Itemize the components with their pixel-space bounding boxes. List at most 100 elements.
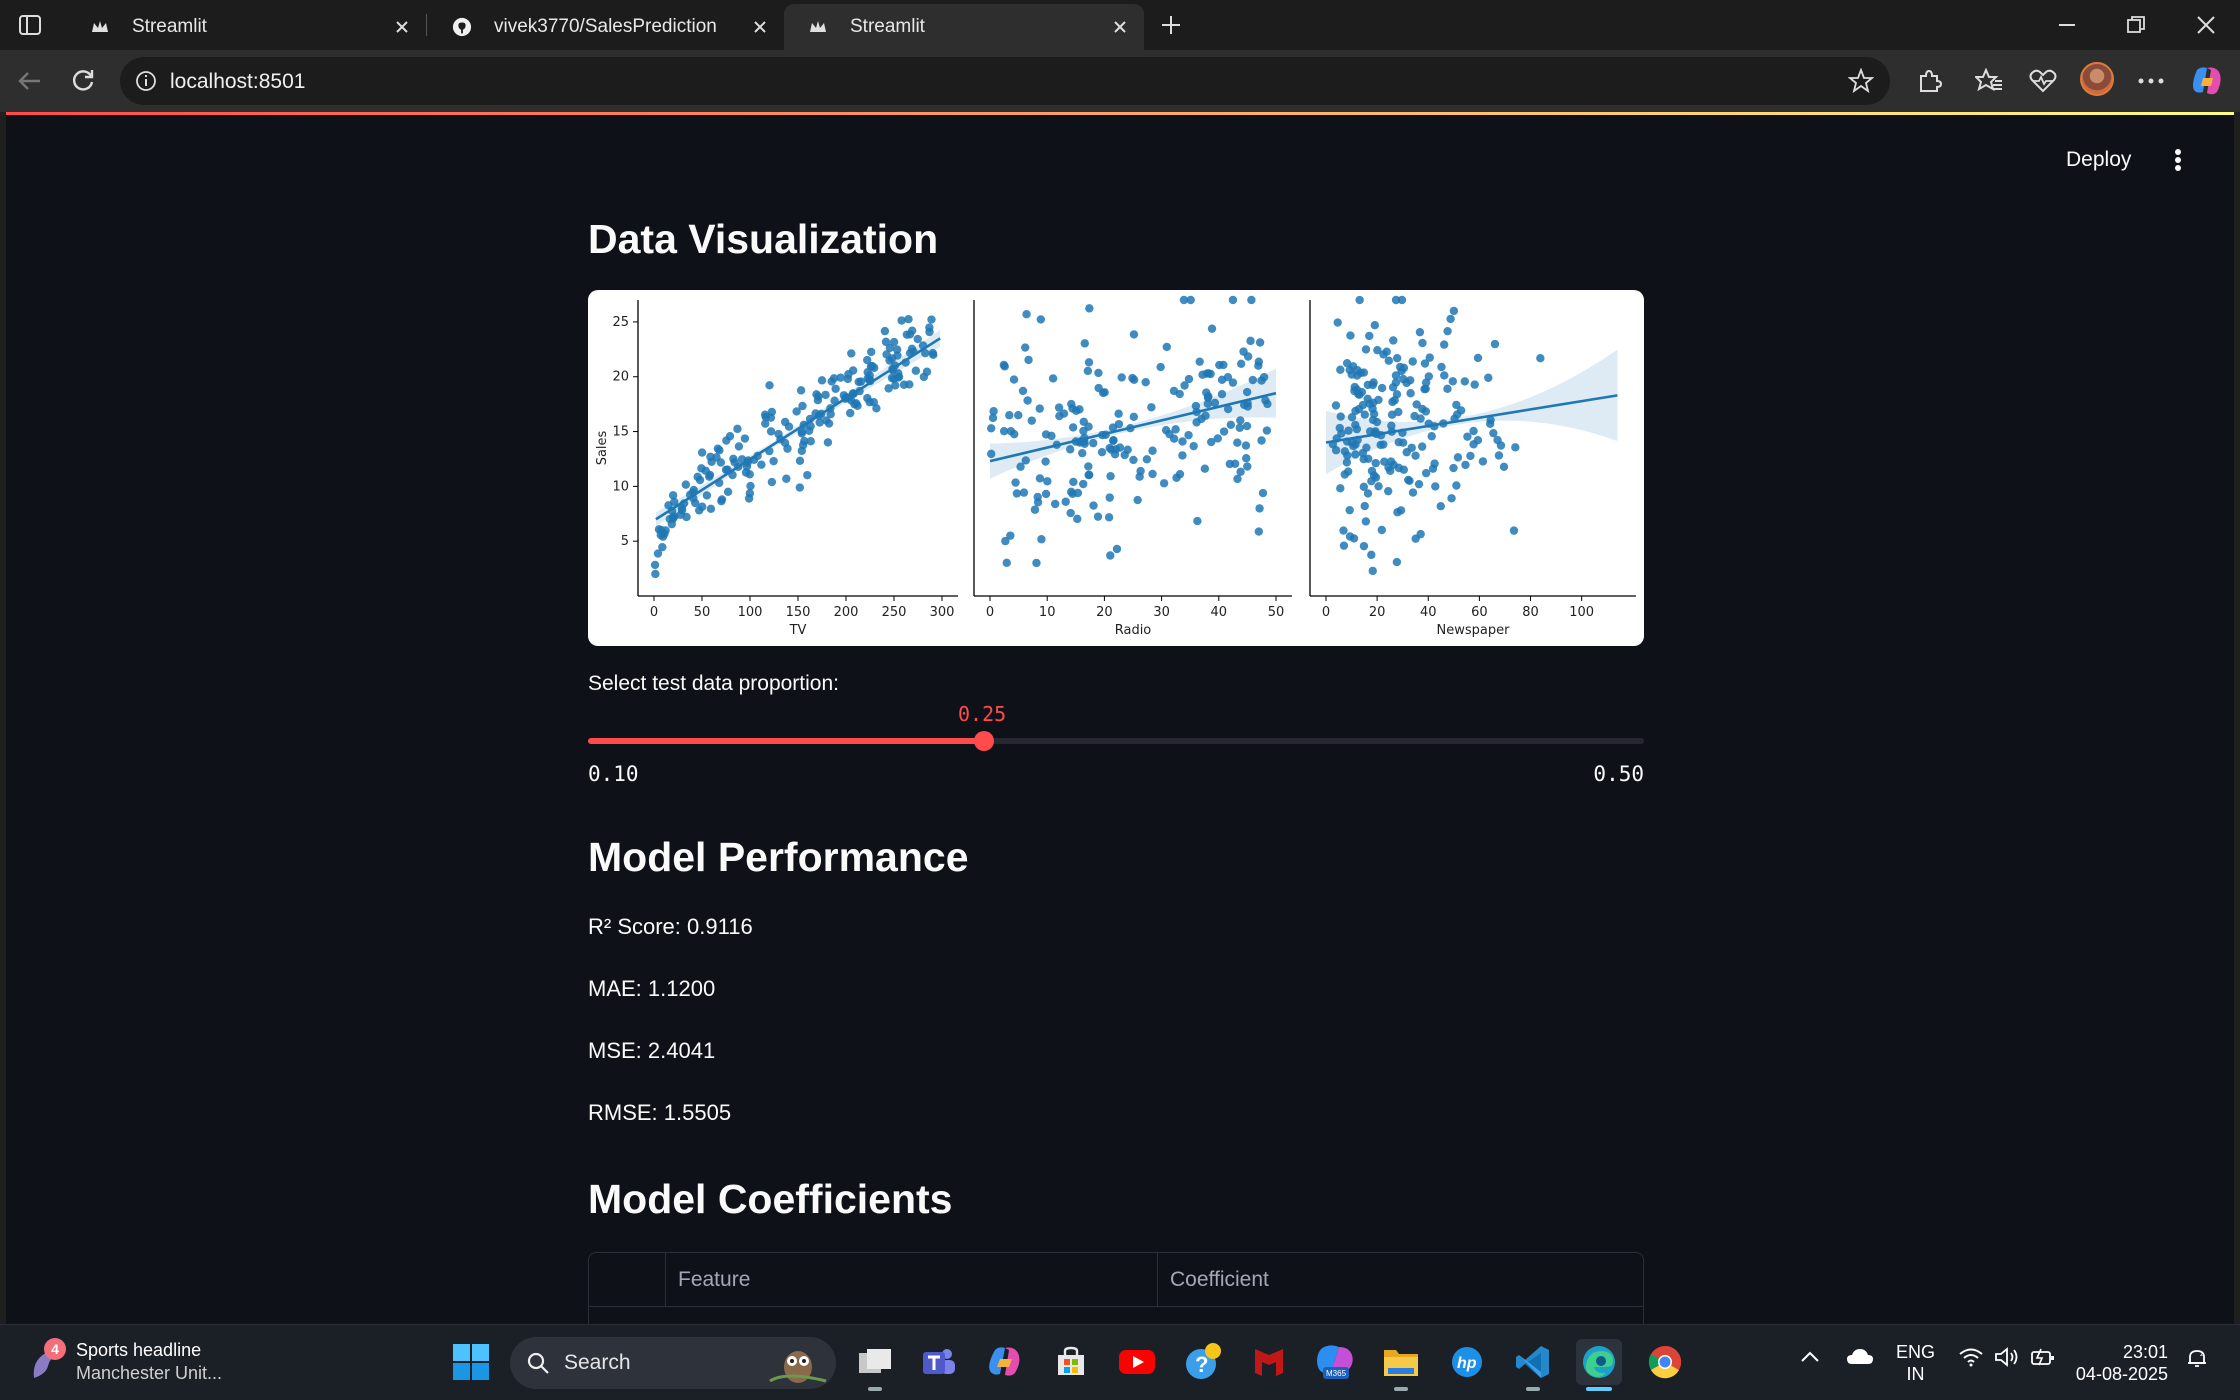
table-header-feature[interactable]: Feature	[665, 1253, 1157, 1307]
notifications-icon[interactable]: z	[2186, 1347, 2208, 1374]
onedrive-icon[interactable]	[1846, 1347, 1874, 1370]
close-tab-icon[interactable]	[750, 17, 770, 37]
table-index-header[interactable]	[589, 1253, 665, 1307]
address-bar[interactable]: localhost:8501	[120, 57, 1890, 105]
scatter-point	[1200, 464, 1210, 473]
scatter-point	[1066, 487, 1076, 496]
taskbar-search[interactable]: Search	[510, 1337, 836, 1389]
teams-icon[interactable]	[916, 1339, 962, 1385]
system-clock[interactable]: 23:01 04-08-2025	[2060, 1341, 2168, 1385]
youtube-icon[interactable]	[1114, 1339, 1160, 1385]
scatter-point	[1371, 458, 1380, 468]
scatter-point	[823, 438, 833, 447]
task-view-icon[interactable]	[852, 1339, 898, 1391]
table-header-row: Feature Coefficient	[589, 1253, 1643, 1307]
profile-avatar[interactable]	[2080, 62, 2114, 96]
back-icon[interactable]	[12, 64, 46, 98]
close-tab-icon[interactable]	[392, 17, 412, 37]
scatter-point	[1449, 463, 1458, 473]
microsoft-365-icon[interactable]: M365	[1312, 1339, 1358, 1385]
scatter-point	[1389, 336, 1398, 345]
scatter-point	[1189, 441, 1198, 451]
scatter-point	[1247, 295, 1256, 305]
scatter-point	[1416, 529, 1425, 539]
more-menu-icon[interactable]	[2134, 64, 2168, 98]
scatter-point	[1410, 411, 1419, 421]
close-window-icon[interactable]	[2176, 6, 2236, 44]
main-menu-icon[interactable]	[2166, 146, 2190, 174]
table-header-coefficient[interactable]: Coefficient	[1157, 1253, 1643, 1307]
start-button[interactable]	[448, 1339, 494, 1385]
scatter-point	[1415, 327, 1425, 337]
scatter-point	[1156, 362, 1165, 372]
scatter-point	[1033, 492, 1042, 502]
scatter-point	[733, 424, 742, 434]
edge-icon[interactable]	[1576, 1339, 1622, 1391]
extensions-icon[interactable]	[1912, 64, 1946, 98]
copilot-app-icon[interactable]	[982, 1339, 1028, 1385]
restore-icon[interactable]	[2106, 6, 2166, 44]
news-widget[interactable]: 4 Sports headline Manchester Unit...	[26, 1338, 223, 1385]
clock-date: 04-08-2025	[2075, 1364, 2168, 1384]
copilot-icon[interactable]	[2190, 64, 2224, 98]
new-tab-button[interactable]	[1154, 8, 1188, 42]
scatter-point	[986, 449, 996, 459]
vscode-icon[interactable]	[1510, 1339, 1556, 1391]
battery-icon[interactable]	[2030, 1347, 2056, 1372]
close-tab-icon[interactable]	[1110, 17, 1130, 37]
scatter-point	[1473, 353, 1483, 363]
input-language-indicator[interactable]: ENG IN	[1896, 1341, 1935, 1385]
test-proportion-slider[interactable]	[588, 731, 1644, 751]
favorites-icon[interactable]	[1972, 64, 2006, 98]
scatter-point	[1258, 488, 1268, 498]
scatter-point	[693, 472, 702, 482]
volume-icon[interactable]	[1994, 1347, 2020, 1372]
notification-badge: 4	[44, 1338, 66, 1360]
x-tick-label: 200	[834, 605, 859, 620]
scatter-point	[1509, 526, 1519, 535]
browser-tab-streamlit-1[interactable]: Streamlit	[66, 4, 426, 50]
x-tick-label: 100	[738, 605, 763, 620]
show-hidden-icons-icon[interactable]	[1800, 1347, 1820, 1368]
scatter-point	[1456, 406, 1466, 415]
slider-thumb[interactable]	[974, 731, 994, 751]
scatter-point	[1236, 467, 1245, 477]
microsoft-store-icon[interactable]	[1048, 1339, 1094, 1385]
scatter-point	[1353, 365, 1362, 375]
scatter-point	[1406, 389, 1415, 398]
scatter-point	[1030, 505, 1040, 514]
site-info-icon[interactable]	[134, 69, 158, 93]
scatter-point	[1262, 426, 1272, 435]
y-tick-label: 10	[612, 479, 629, 494]
hp-icon[interactable]: hp	[1444, 1339, 1490, 1385]
scatter-point	[1162, 342, 1171, 352]
mcafee-icon[interactable]	[1246, 1339, 1292, 1385]
scatter-point	[847, 349, 856, 358]
scatter-point	[1368, 566, 1377, 576]
browser-tab-streamlit-active[interactable]: Streamlit	[784, 4, 1144, 50]
scatter-point	[887, 354, 897, 363]
file-explorer-icon[interactable]	[1378, 1339, 1424, 1391]
news-subtitle: Manchester Unit...	[76, 1363, 223, 1383]
scatter-point	[1374, 482, 1383, 491]
browser-essentials-icon[interactable]	[2026, 64, 2060, 98]
browser-tab-github[interactable]: vivek3770/SalesPrediction	[428, 4, 784, 50]
scatter-point	[803, 470, 812, 480]
tab-actions-icon[interactable]	[10, 10, 50, 40]
scatter-point	[1180, 381, 1189, 390]
scatter-point	[1085, 304, 1094, 313]
scatter-point	[1041, 489, 1051, 499]
get-help-icon[interactable]: ?	[1180, 1339, 1226, 1385]
minimize-icon[interactable]	[2038, 6, 2098, 44]
chrome-icon[interactable]	[1642, 1339, 1688, 1385]
favorite-star-icon[interactable]	[1848, 68, 1874, 94]
wifi-icon[interactable]	[1958, 1347, 1984, 1372]
refresh-icon[interactable]	[66, 64, 100, 98]
scatter-point	[1018, 386, 1028, 396]
scatter-point	[653, 549, 663, 558]
scatter-point	[1179, 295, 1189, 305]
scatter-point	[795, 483, 805, 492]
coefficients-table[interactable]: Feature Coefficient	[588, 1252, 1644, 1324]
scatter-point	[1243, 462, 1252, 471]
deploy-button[interactable]: Deploy	[2066, 148, 2131, 172]
